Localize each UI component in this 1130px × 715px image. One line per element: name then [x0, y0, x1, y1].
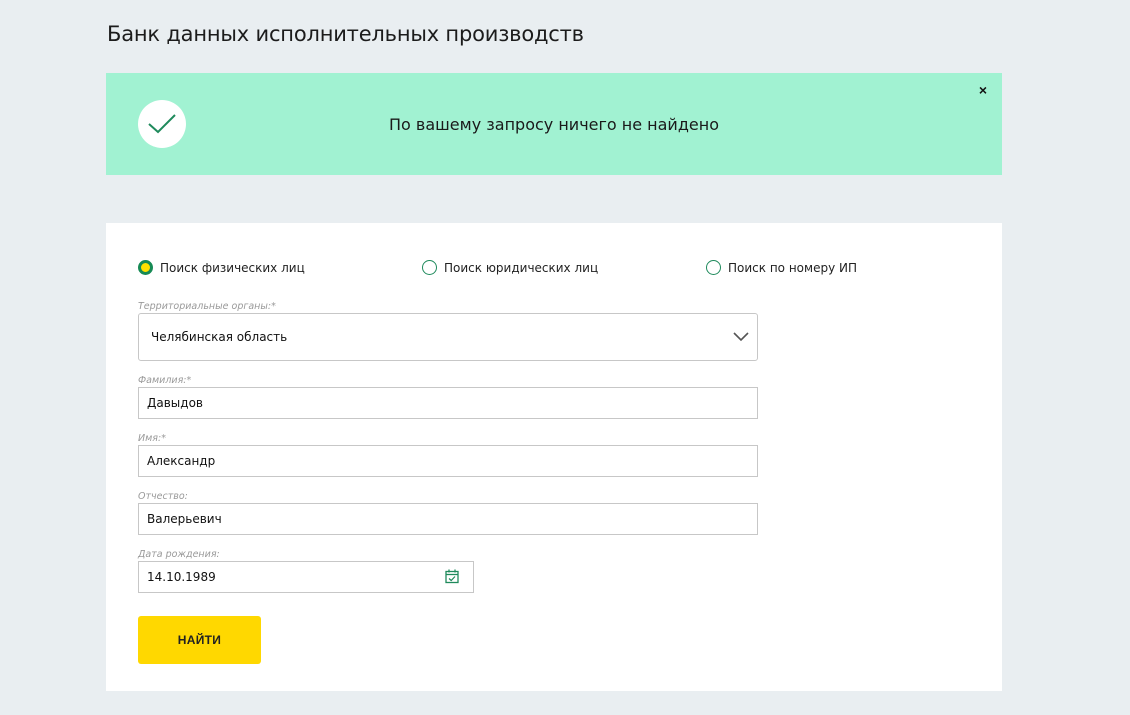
name-value: Александр	[147, 454, 216, 468]
patronymic-value: Валерьевич	[147, 512, 222, 526]
birth-date-field[interactable]: 14.10.1989	[138, 561, 474, 593]
radio-label: Поиск по номеру ИП	[728, 260, 857, 275]
surname-label: Фамилия:*	[138, 375, 192, 386]
page-title: Банк данных исполнительных производств	[107, 22, 584, 46]
chevron-down-icon	[733, 331, 749, 345]
radio-label: Поиск юридических лиц	[444, 260, 599, 275]
notice-message: По вашему запросу ничего не найдено	[389, 115, 719, 134]
surname-field[interactable]: Давыдов	[138, 387, 758, 419]
radio-individuals[interactable]: Поиск физических лиц	[138, 260, 305, 275]
name-field[interactable]: Александр	[138, 445, 758, 477]
territory-value: Челябинская область	[151, 330, 288, 344]
patronymic-field[interactable]: Валерьевич	[138, 503, 758, 535]
patronymic-label: Отчество:	[138, 491, 188, 502]
search-button[interactable]: НАЙТИ	[138, 616, 261, 664]
territory-label: Территориальные органы:*	[138, 301, 276, 312]
radio-ip-number[interactable]: Поиск по номеру ИП	[706, 260, 857, 275]
territory-select[interactable]: Челябинская область	[138, 313, 758, 361]
radio-legal-entities[interactable]: Поиск юридических лиц	[422, 260, 598, 275]
surname-value: Давыдов	[147, 396, 203, 410]
close-icon[interactable]: ×	[976, 83, 990, 97]
name-label: Имя:*	[138, 433, 166, 444]
birth-date-value: 14.10.1989	[147, 570, 216, 584]
birth-date-label: Дата рождения:	[138, 549, 220, 560]
radio-unchecked-icon	[422, 260, 437, 275]
radio-checked-icon	[138, 260, 153, 275]
search-form: Поиск физических лиц Поиск юридических л…	[106, 223, 1002, 691]
result-notice: По вашему запросу ничего не найдено ×	[106, 73, 1002, 175]
radio-unchecked-icon	[706, 260, 721, 275]
calendar-icon[interactable]	[445, 569, 459, 587]
radio-label: Поиск физических лиц	[160, 260, 305, 275]
